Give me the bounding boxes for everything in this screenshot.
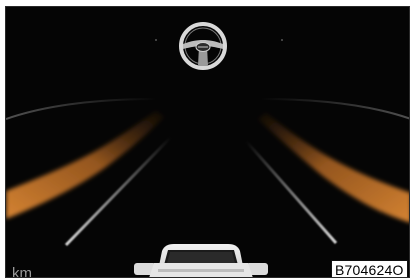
- lane-glow-right: [258, 113, 409, 223]
- road-edge-left: [6, 98, 157, 120]
- car-rear-icon: [134, 244, 268, 277]
- distance-unit-label: km: [12, 265, 32, 278]
- distant-marker: [281, 39, 283, 41]
- driver-assist-display: km B704624O: [5, 6, 410, 278]
- image-reference-code: B704624O: [331, 260, 408, 277]
- distant-marker: [155, 39, 157, 41]
- steering-wheel-icon: [179, 22, 227, 70]
- lane-glow-left: [6, 111, 164, 219]
- road-edge-right: [260, 98, 409, 120]
